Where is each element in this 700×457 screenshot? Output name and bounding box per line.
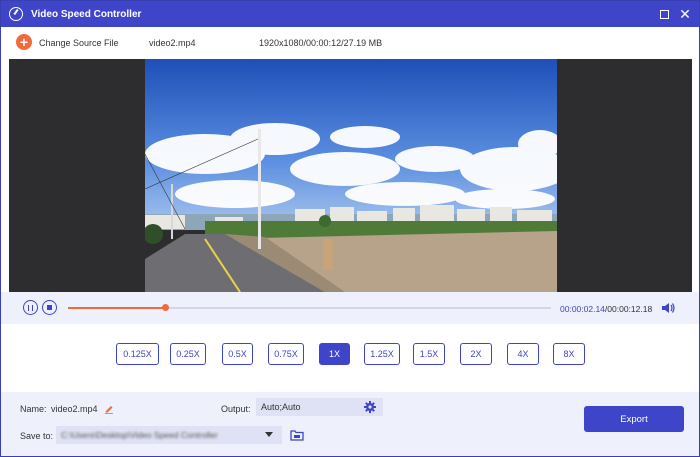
close-icon: ✕: [679, 6, 691, 22]
speed-0-5x-button[interactable]: 0.5X: [222, 343, 253, 365]
progress-handle[interactable]: [161, 304, 169, 311]
close-button[interactable]: ✕: [677, 6, 693, 22]
video-frame[interactable]: [145, 59, 557, 292]
add-icon[interactable]: +: [16, 34, 32, 50]
time-display: 00:00:02.14/00:00:12.18: [560, 304, 652, 314]
chevron-down-icon[interactable]: [265, 432, 273, 437]
app-window: Video Speed Controller ✕ + Change Source…: [0, 0, 700, 457]
total-time: 00:00:12.18: [607, 304, 653, 314]
progress-bar[interactable]: [68, 304, 551, 311]
name-label: Name:: [20, 404, 47, 414]
output-settings: Name: video2.mp4 Output: Auto;Auto Save …: [1, 392, 699, 456]
title-bar: Video Speed Controller ✕: [1, 1, 699, 27]
stop-button[interactable]: [42, 300, 57, 315]
speed-0-125x-button[interactable]: 0.125X: [116, 343, 159, 365]
video-preview: [9, 59, 692, 292]
progress-fill: [68, 307, 165, 309]
speed-0-25x-button[interactable]: 0.25X: [170, 343, 206, 365]
window-title: Video Speed Controller: [31, 8, 142, 20]
stop-icon: [47, 305, 52, 310]
speed-1-5x-button[interactable]: 1.5X: [413, 343, 445, 365]
maximize-icon: [659, 9, 669, 19]
source-bar: + Change Source File video2.mp4 1920x108…: [1, 27, 699, 59]
change-source-button[interactable]: Change Source File: [39, 38, 119, 48]
speed-2x-button[interactable]: 2X: [460, 343, 492, 365]
app-logo-icon: [9, 7, 23, 21]
source-fileinfo: 1920x1080/00:00:12/27.19 MB: [259, 38, 383, 48]
edit-icon[interactable]: [104, 404, 114, 414]
speed-8x-button[interactable]: 8X: [553, 343, 585, 365]
output-label: Output:: [221, 404, 251, 414]
pause-icon: [28, 304, 33, 311]
speed-1x-button[interactable]: 1X: [319, 343, 350, 365]
playback-controls: 00:00:02.14/00:00:12.18: [1, 292, 699, 324]
folder-icon[interactable]: [290, 429, 304, 441]
saveto-field[interactable]: C:\Users\Desktop\Video Speed Controller: [56, 426, 282, 444]
export-button[interactable]: Export: [584, 406, 684, 432]
speed-4x-button[interactable]: 4X: [507, 343, 539, 365]
pause-button[interactable]: [23, 300, 38, 315]
maximize-button[interactable]: [656, 6, 672, 22]
name-value: video2.mp4: [51, 404, 98, 414]
saveto-label: Save to:: [20, 431, 54, 441]
current-time: 00:00:02.14: [560, 304, 605, 314]
video-image: [145, 59, 557, 292]
source-filename: video2.mp4: [149, 38, 196, 48]
volume-icon[interactable]: [661, 302, 675, 314]
speed-1-25x-button[interactable]: 1.25X: [364, 343, 400, 365]
speed-0-75x-button[interactable]: 0.75X: [268, 343, 304, 365]
saveto-path: C:\Users\Desktop\Video Speed Controller: [61, 430, 218, 440]
speed-options: 0.125X 0.25X 0.5X 0.75X 1X 1.25X 1.5X 2X…: [1, 324, 699, 392]
gear-icon[interactable]: [364, 401, 376, 413]
